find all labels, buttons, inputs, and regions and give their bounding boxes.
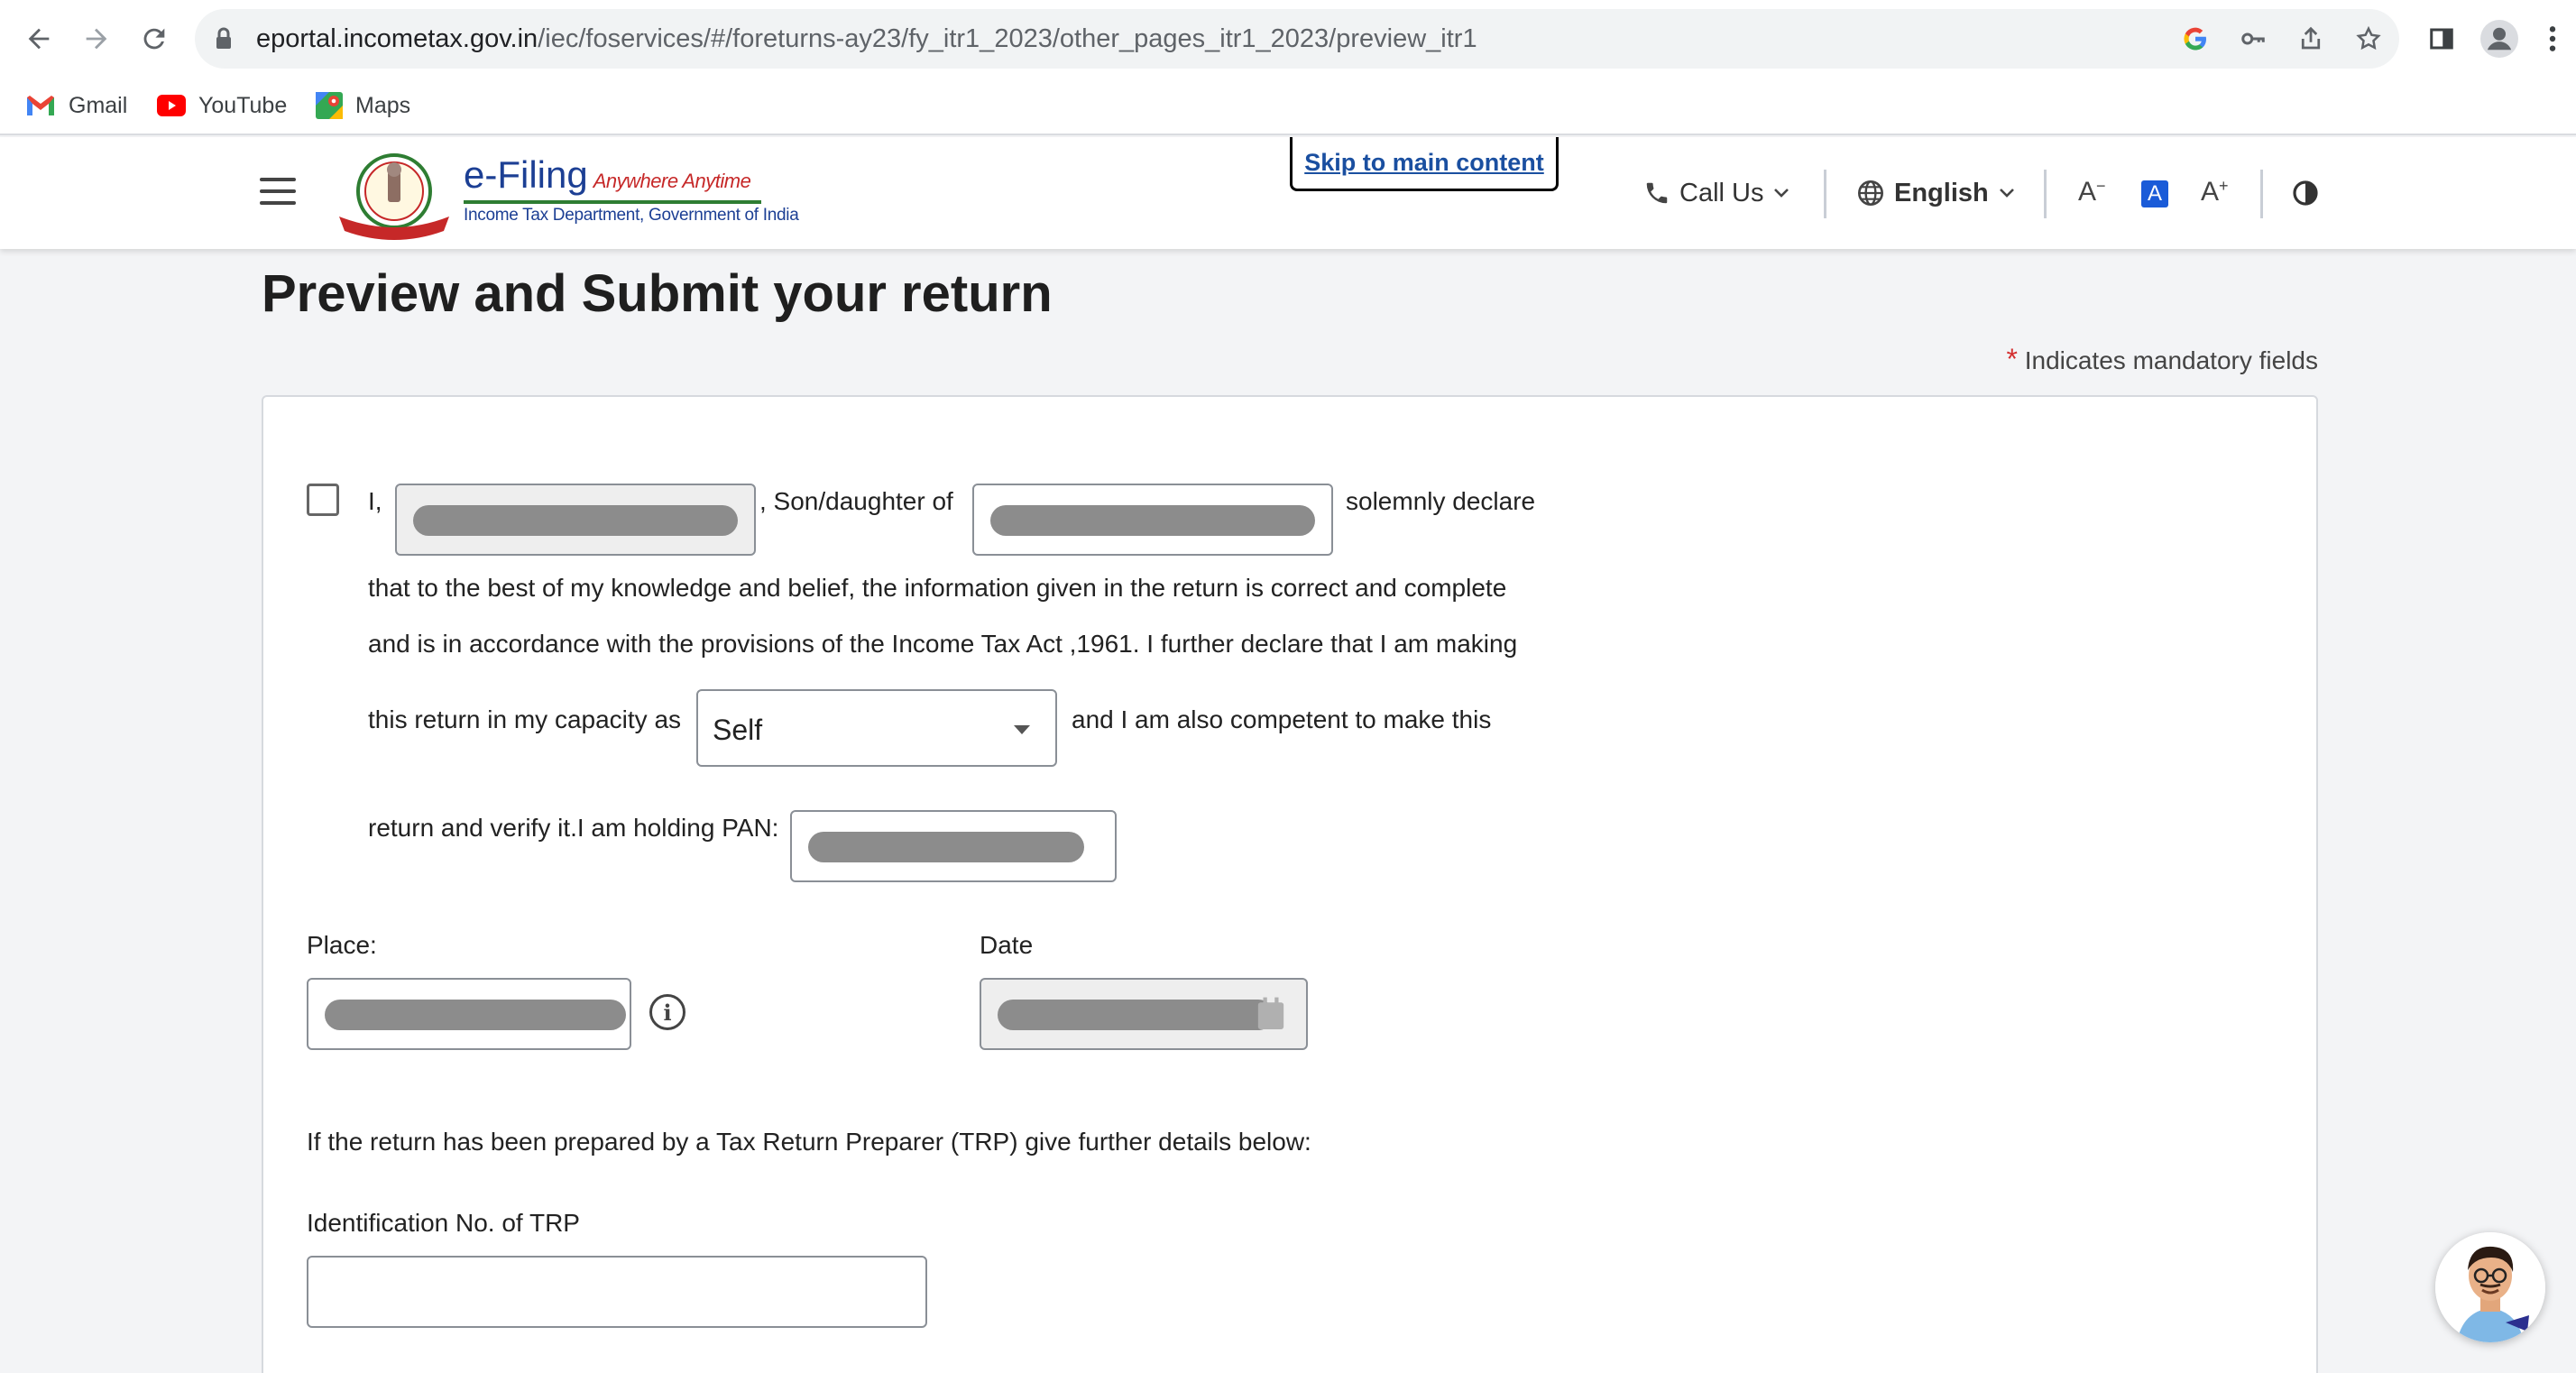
browser-menu-icon[interactable] bbox=[2535, 18, 2571, 60]
font-increase-button[interactable]: A+ bbox=[2201, 177, 2229, 207]
language-label: English bbox=[1894, 178, 1989, 207]
solemnly-declare-text: solemnly declare bbox=[1346, 487, 1536, 515]
pan-prefix-text: return and verify it.I am holding PAN: bbox=[368, 814, 779, 842]
logo-tagline: Anywhere Anytime bbox=[593, 170, 751, 192]
font-reset-button[interactable]: A bbox=[2141, 180, 2168, 207]
back-arrow-icon bbox=[28, 28, 50, 50]
google-lens-icon[interactable] bbox=[2177, 21, 2213, 57]
capacity-selected-value: Self bbox=[713, 714, 763, 746]
taxpayer-name-field[interactable] bbox=[395, 484, 756, 556]
trp-note: If the return has been prepared by a Tax… bbox=[307, 1128, 1311, 1156]
parent-name-field[interactable] bbox=[972, 484, 1333, 556]
place-field[interactable] bbox=[307, 978, 631, 1050]
bookmarks-bar: Gmail YouTube Maps bbox=[0, 78, 2576, 135]
phone-icon bbox=[1643, 180, 1670, 207]
pan-field[interactable] bbox=[790, 810, 1117, 882]
calendar-icon bbox=[1257, 997, 1284, 1029]
dropdown-caret-icon bbox=[1014, 725, 1030, 734]
header-divider bbox=[1824, 170, 1826, 218]
bookmark-star-icon[interactable] bbox=[2351, 21, 2387, 57]
redacted-value bbox=[990, 505, 1315, 536]
redacted-value bbox=[325, 1000, 626, 1030]
capacity-suffix-text: and I am also competent to make this bbox=[1072, 705, 1492, 733]
mandatory-note: * Indicates mandatory fields bbox=[2006, 343, 2318, 376]
share-icon[interactable] bbox=[2293, 21, 2329, 57]
gmail-icon bbox=[25, 94, 56, 117]
skip-to-main-link[interactable]: Skip to main content bbox=[1290, 137, 1559, 191]
redacted-value bbox=[998, 1000, 1274, 1030]
header-divider bbox=[2044, 170, 2047, 218]
capacity-prefix-text: this return in my capacity as bbox=[368, 705, 682, 733]
contrast-toggle-icon[interactable] bbox=[2291, 179, 2320, 215]
profile-avatar-icon[interactable] bbox=[2479, 18, 2520, 60]
forward-arrow-icon bbox=[86, 28, 107, 50]
logo-subtitle: Income Tax Department, Government of Ind… bbox=[464, 206, 799, 225]
side-panel-icon[interactable] bbox=[2421, 18, 2462, 60]
place-label: Place: bbox=[307, 931, 377, 959]
declaration-line-2: that to the best of my knowledge and bel… bbox=[368, 574, 1507, 602]
font-decrease-button[interactable]: A− bbox=[2078, 177, 2106, 207]
reload-button[interactable] bbox=[128, 13, 180, 65]
forward-button[interactable] bbox=[70, 13, 123, 65]
header-divider bbox=[2260, 170, 2263, 218]
globe-icon bbox=[1856, 179, 1885, 207]
bookmark-youtube[interactable]: YouTube bbox=[157, 78, 287, 134]
declaration-checkbox[interactable] bbox=[307, 484, 339, 516]
url-text: eportal.incometax.gov.in/iec/foservices/… bbox=[256, 9, 1477, 69]
page-title: Preview and Submit your return bbox=[262, 264, 1053, 323]
required-star: * bbox=[2006, 343, 2018, 375]
declaration-line-3: and is in accordance with the provisions… bbox=[368, 630, 1518, 658]
hamburger-menu-icon[interactable] bbox=[260, 178, 296, 208]
logo-underline bbox=[464, 200, 761, 204]
font-increase-label: A bbox=[2201, 177, 2220, 207]
trp-id-label: Identification No. of TRP bbox=[307, 1209, 580, 1237]
chevron-down-icon bbox=[1772, 187, 1790, 199]
trp-id-input[interactable] bbox=[307, 1256, 927, 1328]
income-tax-emblem-logo bbox=[339, 153, 449, 240]
url-host: eportal.incometax.gov.in bbox=[256, 24, 538, 53]
back-button[interactable] bbox=[13, 13, 65, 65]
redacted-value bbox=[413, 505, 738, 536]
bookmark-label: Maps bbox=[355, 92, 411, 118]
reload-icon bbox=[143, 28, 165, 50]
url-path: /iec/foservices/#/foreturns-ay23/fy_itr1… bbox=[538, 24, 1477, 53]
bookmark-label: Gmail bbox=[69, 92, 128, 118]
password-key-icon[interactable] bbox=[2235, 21, 2271, 57]
logo-title: e-Filing bbox=[464, 153, 588, 196]
language-dropdown[interactable]: English bbox=[1856, 170, 2025, 217]
chat-assistant-avatar[interactable] bbox=[2435, 1232, 2545, 1342]
youtube-icon bbox=[157, 95, 186, 116]
call-us-label: Call Us bbox=[1679, 178, 1764, 207]
bookmark-maps[interactable]: Maps bbox=[316, 78, 410, 134]
bookmark-label: YouTube bbox=[198, 92, 288, 118]
assistant-character-icon bbox=[2435, 1232, 2545, 1342]
maps-icon bbox=[316, 92, 343, 119]
lock-icon bbox=[215, 27, 233, 55]
efiling-logo-text[interactable]: e-Filing Anywhere Anytime bbox=[464, 153, 751, 197]
address-bar[interactable]: eportal.incometax.gov.in/iec/foservices/… bbox=[195, 9, 2399, 69]
redacted-value bbox=[808, 832, 1084, 862]
info-icon[interactable]: i bbox=[649, 994, 685, 1030]
date-field bbox=[980, 978, 1308, 1050]
mandatory-note-text: Indicates mandatory fields bbox=[2024, 346, 2318, 374]
browser-toolbar: eportal.incometax.gov.in/iec/foservices/… bbox=[0, 0, 2576, 78]
capacity-select[interactable]: Self bbox=[696, 689, 1057, 767]
font-decrease-label: A bbox=[2078, 177, 2097, 207]
date-label: Date bbox=[980, 931, 1034, 959]
son-daughter-text: , Son/daughter of bbox=[759, 487, 953, 515]
declaration-prefix: I, bbox=[368, 487, 382, 515]
font-reset-label: A bbox=[2147, 181, 2162, 206]
call-us-dropdown[interactable]: Call Us bbox=[1643, 170, 1799, 217]
bookmark-gmail[interactable]: Gmail bbox=[25, 78, 127, 134]
chevron-down-icon bbox=[1998, 187, 2016, 199]
site-header: e-Filing Anywhere Anytime Income Tax Depa… bbox=[0, 137, 2576, 249]
